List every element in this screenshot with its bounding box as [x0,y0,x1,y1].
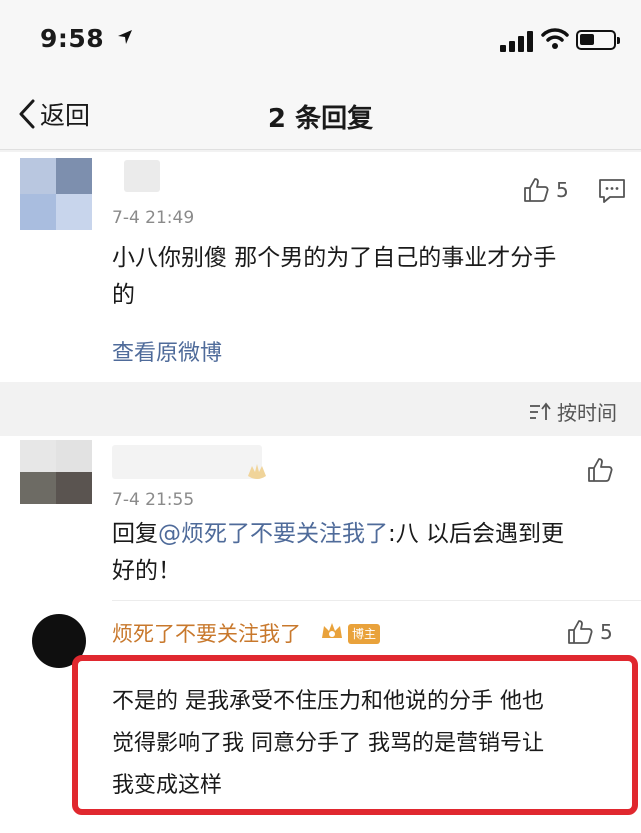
like-button[interactable]: 5 [566,618,613,646]
sort-bar: 按时间 [0,383,641,435]
wifi-icon [541,28,569,49]
sort-icon [530,402,551,420]
reply-text: 不是的 是我承受不住压力和他说的分手 他也 觉得影响了我 同意分手了 我骂的是营… [112,681,632,807]
reply-text-line: 觉得影响了我 同意分手了 我骂的是营销号让 [112,731,544,756]
avatar[interactable] [20,440,92,504]
highlight-box: 不是的 是我承受不住压力和他说的分手 他也 觉得影响了我 同意分手了 我骂的是营… [72,655,638,815]
comment-icon[interactable] [598,178,626,204]
thumbs-up-icon [524,178,549,202]
blogger-badge: 博主 [348,624,381,644]
crown-icon [322,623,342,638]
reply-text-rest: :八 以后会遇到更 [388,521,565,547]
reply-text: 回复@烦死了不要关注我了:八 以后会遇到更 好的！ [112,516,622,590]
page-title: 2 条回复 [267,104,374,134]
like-count: 5 [600,620,613,644]
reply-text-line: 回复@烦死了不要关注我了:八 以后会遇到更 [112,516,622,553]
blurred-username [124,160,160,192]
battery-icon [576,30,620,50]
view-original-link[interactable]: 查看原微博 [112,335,222,367]
nav-bar: 返回 2 条回复 [0,78,641,150]
status-time: 9:58 [40,24,133,53]
cellular-signal-icon [500,30,534,52]
comment-text-line: 小八你别傻 那个男的为了自己的事业才分手 [112,245,557,271]
comment-text: 小八你别傻 那个男的为了自己的事业才分手 的 [112,240,622,314]
mention-link[interactable]: @烦死了不要关注我了 [158,521,388,547]
reply-text-line: 我变成这样 [112,773,223,798]
like-button[interactable] [586,456,614,484]
status-time-text: 9:58 [40,24,105,53]
divider [112,600,641,601]
reply-text-line: 不是的 是我承受不住压力和他说的分手 他也 [112,689,544,714]
like-button[interactable]: 5 [522,176,569,204]
avatar[interactable] [20,158,92,230]
sort-label: 按时间 [557,401,617,425]
reply-time: 7-4 21:55 [112,490,195,510]
badge-icon [248,464,266,479]
like-count: 5 [556,178,569,202]
comment-text-line: 的 [112,282,135,308]
reply-author-name[interactable]: 烦死了不要关注我了 [112,618,301,648]
thumbs-up-icon [568,620,593,644]
thumbs-up-icon [588,458,613,482]
reply-prefix: 回复 [112,521,158,547]
status-bar: 9:58 [0,0,641,78]
comment-time: 7-4 21:49 [112,208,195,228]
blurred-username [112,445,262,479]
reply-text-line: 好的！ [112,558,181,584]
sort-by-time-button[interactable]: 按时间 [529,397,617,426]
location-arrow-icon [118,30,133,44]
